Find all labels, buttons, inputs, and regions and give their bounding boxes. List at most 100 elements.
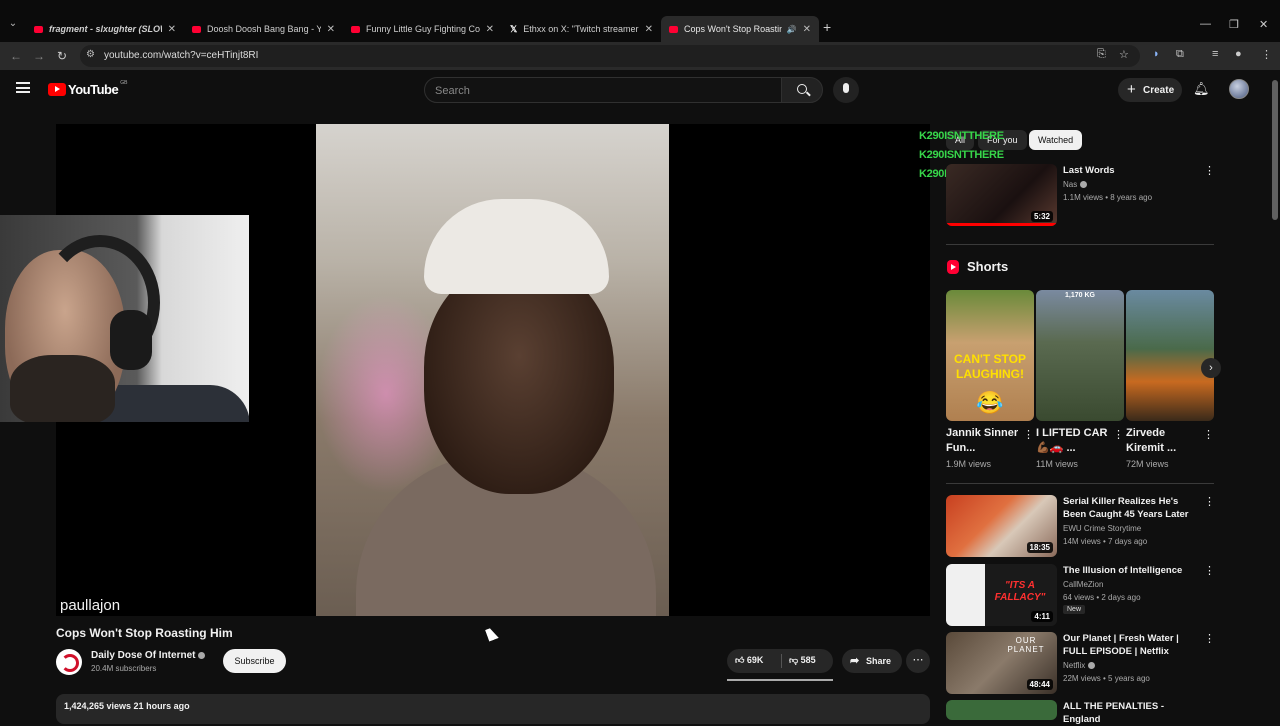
shorts-header: Shorts bbox=[947, 259, 1008, 274]
short-thumbnail[interactable] bbox=[1126, 290, 1214, 421]
new-tab-icon[interactable]: + bbox=[823, 19, 831, 35]
video-frame[interactable] bbox=[316, 124, 669, 616]
region-code: GB bbox=[120, 79, 128, 86]
hamburger-menu-icon[interactable] bbox=[16, 82, 30, 93]
video-thumbnail[interactable]: OUR PLANET 48:44 bbox=[946, 632, 1057, 694]
chip-watched[interactable]: Watched bbox=[1029, 130, 1083, 150]
dislike-count: 585 bbox=[800, 655, 816, 665]
video-thumbnail[interactable]: "ITS A FALLACY" 4:11 bbox=[946, 564, 1057, 626]
extension-icon[interactable]: ◗ bbox=[1153, 48, 1160, 60]
channel-name[interactable]: Daily Dose Of Internet bbox=[91, 650, 206, 661]
more-actions-icon[interactable]: ⋮ bbox=[1204, 564, 1215, 577]
video-thumbnail[interactable]: 18:35 bbox=[946, 495, 1057, 557]
close-tab-icon[interactable]: ✕ bbox=[645, 24, 653, 35]
minimize-icon[interactable]: — bbox=[1200, 18, 1211, 30]
extensions-puzzle-icon[interactable]: ⧉ bbox=[1176, 48, 1184, 61]
laughing-emoji-icon: 😂 bbox=[976, 390, 1004, 415]
close-tab-icon[interactable]: ✕ bbox=[803, 24, 811, 35]
divider bbox=[946, 244, 1214, 245]
rec-title[interactable]: Our Planet | Fresh Water | FULL EPISODE … bbox=[1063, 632, 1198, 658]
duration-badge: 48:44 bbox=[1026, 679, 1053, 690]
shorts-title: Shorts bbox=[967, 259, 1009, 274]
close-tab-icon[interactable]: ✕ bbox=[168, 24, 176, 35]
short-views: 1.9M views bbox=[946, 459, 992, 469]
recommendation-item[interactable]: ALL THE PENALTIES - England bbox=[946, 700, 1216, 725]
more-actions-icon[interactable]: ⋮ bbox=[1204, 495, 1215, 508]
short-title[interactable]: Zirvede Kiremit ... bbox=[1126, 426, 1200, 456]
shorts-next-chevron-icon[interactable]: › bbox=[1201, 358, 1221, 378]
reload-icon[interactable]: ↻ bbox=[57, 49, 67, 63]
browser-tab[interactable]: fragment - slxughter (SLOW ✕ bbox=[26, 16, 184, 42]
channel-avatar[interactable] bbox=[56, 649, 82, 675]
voice-search-button[interactable] bbox=[833, 77, 859, 103]
short-info[interactable]: Jannik Sinner Fun... 1.9M views ⋮ bbox=[946, 426, 1034, 469]
close-window-icon[interactable]: ✕ bbox=[1259, 18, 1268, 31]
more-actions-icon[interactable]: ⋮ bbox=[1023, 428, 1034, 441]
like-button[interactable]: 👍︎ 69K bbox=[735, 655, 763, 666]
video-thumbnail[interactable] bbox=[946, 700, 1057, 720]
subscribe-button[interactable]: Subscribe bbox=[223, 649, 286, 673]
search-placeholder: Search bbox=[435, 85, 470, 97]
youtube-logo[interactable]: YouTube GB bbox=[48, 79, 128, 97]
rec-title[interactable]: ALL THE PENALTIES - England bbox=[1063, 700, 1198, 726]
notifications-bell-icon[interactable]: 🔔︎ bbox=[1193, 81, 1210, 97]
site-info-icon[interactable]: ⚙ bbox=[86, 49, 95, 60]
short-info[interactable]: I LIFTED CAR 💪🏾🚗 ... 11M views ⋮ bbox=[1036, 426, 1124, 469]
restore-icon[interactable]: ❐ bbox=[1229, 18, 1239, 31]
video-title: Cops Won't Stop Roasting Him bbox=[56, 626, 233, 640]
dislike-button[interactable]: 👎︎ 585 bbox=[789, 655, 816, 666]
back-icon[interactable]: ← bbox=[10, 49, 22, 63]
bookmark-star-icon[interactable]: ☆ bbox=[1119, 48, 1129, 61]
video-thumbnail[interactable]: 5:32 bbox=[946, 164, 1057, 226]
rec-title[interactable]: Serial Killer Realizes He's Been Caught … bbox=[1063, 495, 1198, 521]
recommendation-item[interactable]: OUR PLANET 48:44 Our Planet | Fresh Wate… bbox=[946, 632, 1216, 696]
close-tab-icon[interactable]: ✕ bbox=[327, 24, 335, 35]
browser-tab[interactable]: Doosh Doosh Bang Bang - You ✕ bbox=[184, 16, 343, 42]
short-title[interactable]: I LIFTED CAR 💪🏾🚗 ... bbox=[1036, 426, 1110, 456]
media-controls-icon[interactable]: ≡ bbox=[1212, 48, 1218, 60]
tab-search-icon[interactable]: ⌄ bbox=[6, 18, 20, 32]
more-actions-icon[interactable]: ⋮ bbox=[1204, 164, 1215, 177]
rec-title[interactable]: Last Words bbox=[1063, 164, 1198, 177]
profile-icon[interactable]: ● bbox=[1235, 48, 1242, 60]
divider bbox=[946, 483, 1214, 484]
forward-icon[interactable]: → bbox=[33, 49, 45, 63]
avatar[interactable] bbox=[1229, 79, 1249, 99]
thumb-text: OUR PLANET bbox=[1007, 636, 1045, 654]
browser-tab-active[interactable]: Cops Won't Stop Roasting I 🔊 ✕ bbox=[661, 16, 819, 42]
rec-meta: 14M views • 7 days ago bbox=[1063, 537, 1148, 546]
rec-channel[interactable]: Nas bbox=[1063, 180, 1088, 189]
more-actions-icon[interactable]: ⋮ bbox=[1113, 428, 1124, 441]
recommendation-item[interactable]: 5:32 Last Words Nas 1.1M views • 8 years… bbox=[946, 164, 1216, 228]
verified-icon bbox=[1088, 662, 1096, 670]
rec-channel[interactable]: CallMeZion bbox=[1063, 580, 1103, 589]
share-button[interactable]: ➦ Share bbox=[842, 649, 902, 673]
plus-icon: + bbox=[1127, 81, 1136, 98]
short-thumbnail[interactable]: 1,170 KG bbox=[1036, 290, 1124, 421]
browser-tab[interactable]: Funny Little Guy Fighting Comp ✕ bbox=[343, 16, 502, 42]
more-actions-icon[interactable]: ⋮ bbox=[1203, 428, 1214, 441]
video-person-cap bbox=[424, 199, 609, 294]
close-tab-icon[interactable]: ✕ bbox=[486, 24, 494, 35]
rec-title[interactable]: The Illusion of Intelligence bbox=[1063, 564, 1198, 577]
browser-tab-strip: ⌄ fragment - slxughter (SLOW ✕ Doosh Doo… bbox=[0, 0, 1280, 42]
browser-menu-icon[interactable]: ⋮ bbox=[1261, 48, 1272, 61]
recommendation-item[interactable]: "ITS A FALLACY" 4:11 The Illusion of Int… bbox=[946, 564, 1216, 628]
page-scrollbar[interactable] bbox=[1272, 80, 1278, 220]
short-thumbnail[interactable]: CAN'T STOP LAUGHING! 😂 bbox=[946, 290, 1034, 421]
rec-channel[interactable]: Netflix bbox=[1063, 661, 1096, 670]
channel-name-text: Daily Dose Of Internet bbox=[91, 650, 196, 661]
create-button[interactable]: + Create bbox=[1118, 78, 1182, 102]
rec-channel[interactable]: EWU Crime Storytime bbox=[1063, 524, 1141, 533]
more-actions-icon[interactable]: ⋮ bbox=[1204, 632, 1215, 645]
more-options-icon[interactable]: ⋯ bbox=[906, 649, 930, 673]
audio-playing-icon[interactable]: 🔊 bbox=[787, 25, 797, 34]
short-info[interactable]: Zirvede Kiremit ... 72M views ⋮ bbox=[1126, 426, 1214, 469]
install-app-icon[interactable]: ⎘ bbox=[1097, 48, 1106, 61]
search-input[interactable]: Search bbox=[424, 77, 782, 103]
browser-tab[interactable]: 𝕏 Ethxx on X: "Twitch streamer Fi ✕ bbox=[502, 16, 661, 42]
search-button[interactable] bbox=[781, 77, 823, 103]
url-bar[interactable]: ⚙ youtube.com/watch?v=ceHTinjt8RI bbox=[80, 45, 1140, 67]
short-title[interactable]: Jannik Sinner Fun... bbox=[946, 426, 1020, 456]
recommendation-item[interactable]: 18:35 Serial Killer Realizes He's Been C… bbox=[946, 495, 1216, 559]
